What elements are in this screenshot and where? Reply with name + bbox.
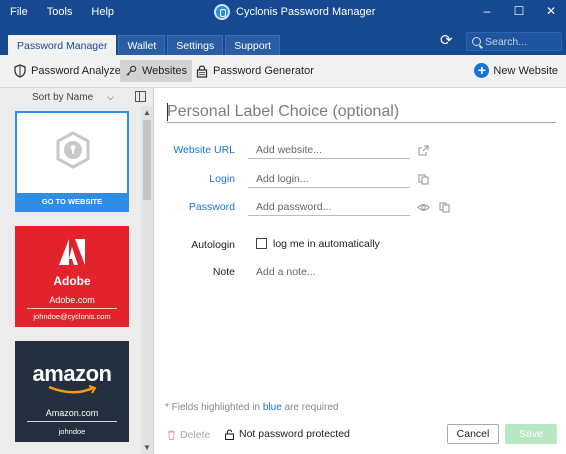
menu-file[interactable]: File — [10, 6, 28, 18]
websites-label: Websites — [142, 65, 188, 77]
password-protection-toggle[interactable]: Not password protected — [225, 428, 350, 440]
adobe-logo-icon — [15, 237, 129, 270]
autologin-text[interactable]: log me in automatically — [273, 238, 380, 250]
autologin-label: Autologin — [191, 239, 235, 251]
website-card-adobe[interactable]: Adobe Adobe.com johndoe@cyclonis.com — [15, 226, 129, 327]
websites-button[interactable]: Websites — [120, 60, 193, 82]
cancel-button[interactable]: Cancel — [447, 424, 499, 444]
password-label: Password — [188, 201, 235, 213]
website-url-input[interactable] — [248, 141, 410, 159]
copy-password-icon[interactable] — [439, 202, 450, 213]
website-card-new[interactable]: GO TO WEBSITE — [15, 111, 129, 212]
main-tabs: Password Manager Wallet Settings Support — [8, 35, 280, 55]
close-icon[interactable]: ✕ — [542, 2, 560, 20]
password-analyzer-button[interactable]: Password Analyzer — [9, 60, 130, 82]
minimize-icon[interactable]: – — [478, 2, 496, 20]
chevron-down-icon[interactable]: ⌵ — [107, 92, 114, 103]
open-link-icon[interactable] — [418, 145, 429, 156]
keyhole-hexagon-icon — [56, 131, 90, 169]
tab-settings[interactable]: Settings — [167, 35, 224, 55]
app-title: Cyclonis Password Manager — [214, 4, 375, 20]
search-box[interactable] — [466, 32, 562, 51]
window-title: Cyclonis Password Manager — [236, 6, 376, 18]
tab-wallet[interactable]: Wallet — [118, 35, 166, 55]
adobe-brand-text: Adobe — [53, 274, 91, 288]
layout-toggle-icon[interactable] — [135, 91, 146, 102]
menu-help[interactable]: Help — [91, 6, 114, 18]
scrollbar-thumb[interactable] — [143, 120, 151, 200]
title-bar: File Tools Help Cyclonis Password Manage… — [0, 0, 566, 55]
label-input[interactable] — [167, 101, 556, 123]
plus-icon: + — [474, 63, 490, 78]
delete-label: Delete — [180, 429, 211, 441]
password-generator-label: Password Generator — [213, 65, 314, 77]
new-website-label: New Website — [493, 64, 558, 77]
search-icon — [472, 37, 481, 46]
website-form-panel: Website URL Login Password Autologin log… — [155, 88, 566, 454]
scroll-down-icon[interactable]: ▼ — [143, 443, 151, 452]
note-input[interactable] — [248, 264, 448, 280]
key-icon — [126, 65, 137, 76]
copy-icon[interactable] — [418, 174, 429, 185]
amazon-smile-icon — [48, 385, 97, 394]
go-to-website-button[interactable]: GO TO WEBSITE — [17, 193, 127, 210]
list-scrollbar[interactable]: ▲ ▼ — [141, 106, 153, 454]
card-site-name: Adobe.com — [27, 295, 117, 309]
tab-support[interactable]: Support — [225, 35, 280, 55]
password-analyzer-label: Password Analyzer — [31, 65, 125, 77]
shield-icon — [14, 64, 26, 78]
autologin-checkbox[interactable] — [256, 238, 267, 249]
scroll-up-icon[interactable]: ▲ — [143, 108, 151, 117]
card-site-name: Amazon.com — [27, 408, 117, 422]
password-generator-button[interactable]: Password Generator — [191, 60, 319, 82]
login-input[interactable] — [248, 170, 410, 188]
cyclonis-logo-icon — [214, 4, 230, 20]
menu-bar: File Tools Help — [0, 6, 123, 18]
website-list-panel: Sort by Name ⌵ GO TO WEBSITE Adobe Adobe… — [0, 88, 154, 454]
sort-dropdown[interactable]: Sort by Name — [32, 92, 93, 103]
lock-icon — [196, 65, 208, 78]
note-label: Note — [212, 266, 235, 278]
password-input[interactable] — [248, 198, 410, 216]
maximize-icon[interactable]: ☐ — [510, 2, 528, 20]
required-fields-hint: * Fields highlighted in blue are require… — [165, 402, 339, 413]
trash-icon — [168, 430, 175, 440]
website-url-label: Website URL — [173, 144, 235, 156]
toolbar: Password Analyzer Websites Password Gene… — [0, 55, 566, 88]
window-controls: – ☐ ✕ — [478, 2, 560, 20]
sync-icon[interactable]: ⟳ — [440, 33, 456, 49]
tab-password-manager[interactable]: Password Manager — [8, 35, 117, 55]
unlock-icon — [225, 429, 234, 440]
card-username: johndoe — [58, 427, 86, 436]
sort-bar: Sort by Name ⌵ — [0, 88, 154, 106]
protection-label: Not password protected — [239, 428, 350, 440]
search-input[interactable] — [485, 35, 555, 48]
save-button[interactable]: Save — [505, 424, 557, 444]
amazon-brand-text: amazon — [32, 361, 112, 386]
delete-button[interactable]: Delete — [167, 429, 210, 441]
menu-tools[interactable]: Tools — [47, 6, 73, 18]
login-label: Login — [209, 173, 235, 185]
card-username: johndoe@cyclonis.com — [33, 312, 111, 321]
new-website-button[interactable]: + New Website — [474, 63, 558, 78]
text-cursor — [167, 103, 168, 121]
eye-icon[interactable] — [417, 202, 430, 213]
website-card-amazon[interactable]: amazon Amazon.com johndoe — [15, 341, 129, 442]
